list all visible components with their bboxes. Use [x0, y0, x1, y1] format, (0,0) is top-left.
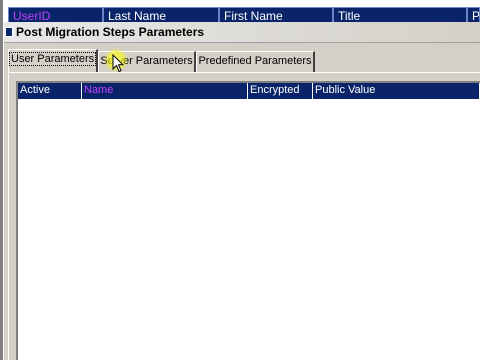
bg-column-header-partial[interactable]: P	[467, 7, 480, 23]
bg-column-header-title[interactable]: Title	[333, 7, 467, 23]
tab-user-parameters-label: User Parameters	[9, 52, 97, 66]
column-header-encrypted[interactable]: Encrypted	[248, 83, 313, 99]
column-header-active[interactable]: Active	[18, 83, 82, 99]
bg-column-header-first-name[interactable]: First Name	[219, 7, 333, 23]
tab-predefined-parameters[interactable]: Predefined Parameters	[196, 51, 315, 72]
bg-column-header-last-name[interactable]: Last Name	[103, 7, 219, 23]
tab-user-parameters[interactable]: User Parameters	[8, 49, 98, 72]
parameters-list[interactable]: Active Name Encrypted Public Value	[16, 81, 480, 360]
column-header-public-value[interactable]: Public Value	[313, 83, 480, 99]
dialog-title: Post Migration Steps Parameters	[16, 25, 205, 39]
window-icon	[5, 27, 13, 37]
dialog-titlebar[interactable]: Post Migration Steps Parameters	[4, 22, 480, 43]
bg-column-header-userid[interactable]: UserID	[8, 7, 103, 23]
column-header-name[interactable]: Name	[82, 83, 248, 99]
arrow-pointer-icon	[112, 54, 124, 73]
tab-predefined-parameters-label: Predefined Parameters	[198, 55, 312, 67]
